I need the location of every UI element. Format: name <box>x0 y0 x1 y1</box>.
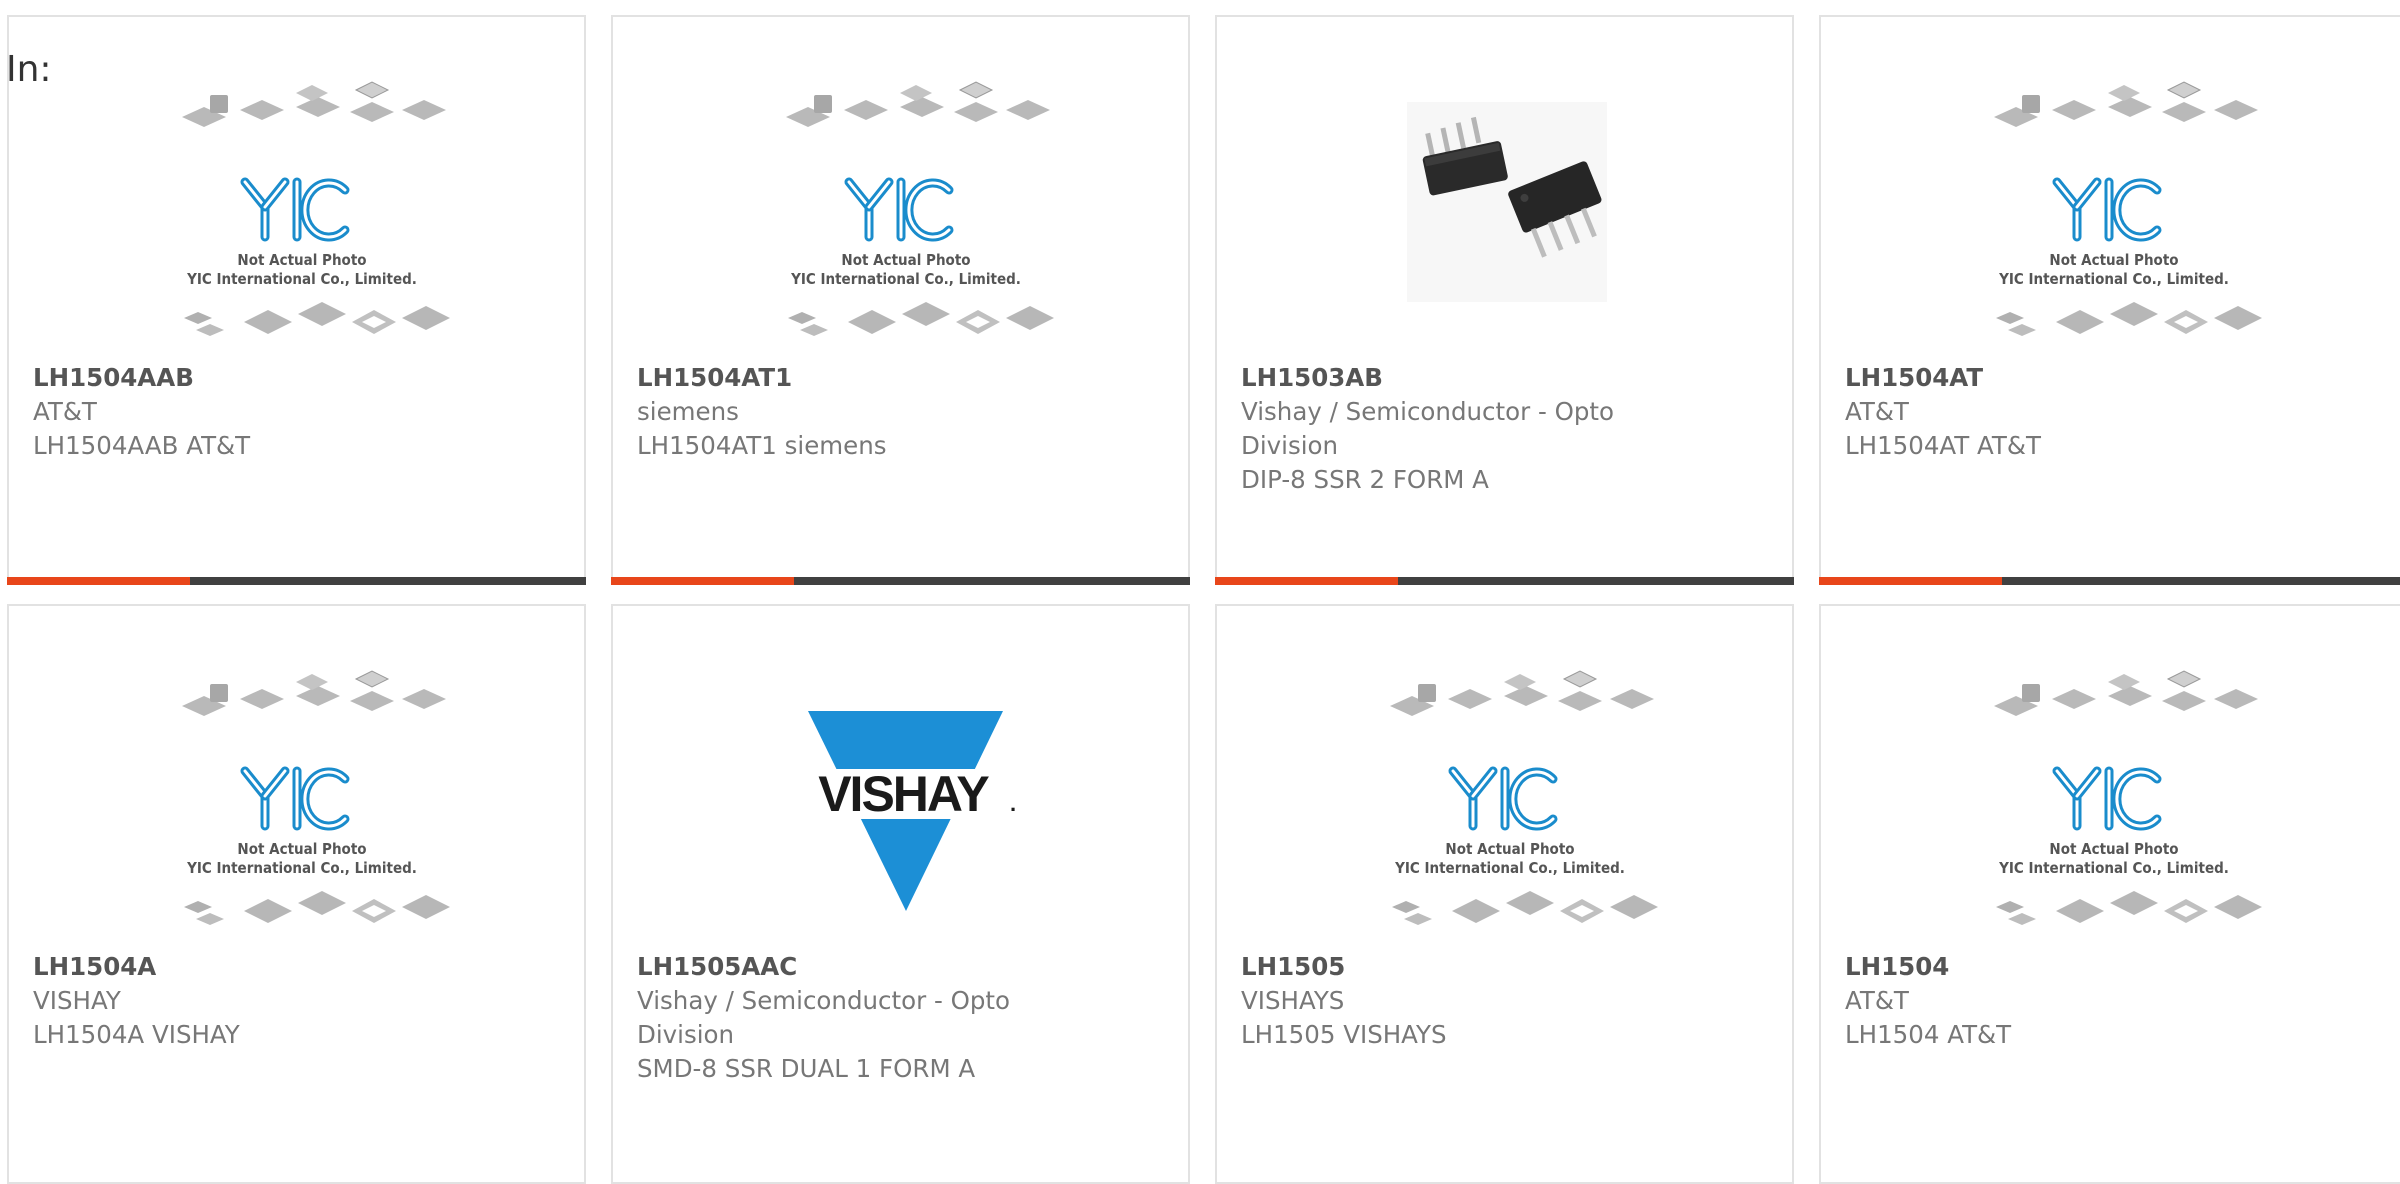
product-image[interactable]: VISHAY . <box>613 661 1188 951</box>
placeholder-photo-icon: Not Actual PhotoYIC International Co., L… <box>1994 670 2262 925</box>
part-number-link[interactable]: LH1504AAB <box>33 361 434 395</box>
product-card[interactable]: Not Actual Photo YIC International Co., L… <box>1215 604 1794 1184</box>
product-card[interactable]: LH1503AB Vishay / Semiconductor - Opto D… <box>1215 15 1794 585</box>
filter-in-label: In: <box>6 49 52 90</box>
product-card[interactable]: Not Actual Photo YIC International Co., L… <box>1819 604 2400 1184</box>
product-card[interactable]: Not Actual Photo YIC International Co., L… <box>1819 15 2400 585</box>
svg-text:YIC International Co., Limited: YIC International Co., Limited. <box>1394 859 1625 877</box>
product-image[interactable]: Not Actual Photo YIC International Co., L… <box>1821 72 2400 362</box>
svg-text:.: . <box>1010 791 1016 816</box>
product-image[interactable]: Not Actual Photo YIC International Co., L… <box>9 661 584 951</box>
product-grid: Not Actual Photo YIC International Co., L… <box>0 0 2400 1184</box>
placeholder-photo-icon: Not Actual PhotoYIC International Co., L… <box>1994 81 2262 336</box>
manufacturer-name: VISHAY <box>33 986 121 1015</box>
card-accent-bar <box>611 577 794 585</box>
product-image[interactable]: Not Actual Photo YIC International Co., L… <box>9 72 584 362</box>
manufacturer-name: AT&T <box>1845 397 1909 426</box>
svg-text:YIC International Co., Limited: YIC International Co., Limited. <box>186 270 417 288</box>
product-description: LH1505 VISHAYS <box>1241 1020 1447 1049</box>
card-accent-bar <box>1819 577 2002 585</box>
svg-text:YIC International Co., Limited: YIC International Co., Limited. <box>1998 270 2229 288</box>
svg-text:Not Actual Photo: Not Actual Photo <box>1445 840 1574 858</box>
product-description: LH1504AT AT&T <box>1845 431 2041 460</box>
placeholder-photo-icon: Not Actual PhotoYIC International Co., L… <box>1390 670 1658 925</box>
yic-logo-icon <box>1448 766 1558 831</box>
product-card[interactable]: Not Actual Photo YIC International Co., L… <box>7 15 586 585</box>
svg-text:Not Actual Photo: Not Actual Photo <box>237 840 366 858</box>
svg-text:Not Actual Photo: Not Actual Photo <box>237 251 366 269</box>
svg-text:Not Actual Photo: Not Actual Photo <box>2049 840 2178 858</box>
yic-logo-icon <box>240 766 350 831</box>
svg-text:YIC International Co., Limited: YIC International Co., Limited. <box>186 859 417 877</box>
vishay-logo-text: VISHAY <box>818 766 989 822</box>
card-accent-bar <box>7 577 190 585</box>
manufacturer-name: VISHAYS <box>1241 986 1345 1015</box>
placeholder-photo-icon: Not Actual PhotoYIC International Co., L… <box>182 670 450 925</box>
product-card[interactable]: Not Actual Photo YIC International Co., L… <box>7 604 586 1184</box>
part-number-link[interactable]: LH1504AT1 <box>637 361 1038 395</box>
product-image[interactable]: Not Actual Photo YIC International Co., L… <box>1217 661 1792 951</box>
yic-logo-icon <box>2052 766 2162 831</box>
manufacturer-name: AT&T <box>1845 986 1909 1015</box>
part-number-link[interactable]: LH1505AAC <box>637 950 1038 984</box>
product-description: LH1504 AT&T <box>1845 1020 2012 1049</box>
part-number-link[interactable]: LH1504A <box>33 950 434 984</box>
part-number-link[interactable]: LH1505 <box>1241 950 1642 984</box>
yic-logo-icon <box>240 177 350 242</box>
yic-logo-icon <box>844 177 954 242</box>
product-description: LH1504AAB AT&T <box>33 431 251 460</box>
vishay-logo-icon: VISHAY . <box>793 711 1018 911</box>
card-bottom-bar <box>1215 577 1794 585</box>
product-card[interactable]: VISHAY . LH1505AAC Vishay / Semiconducto… <box>611 604 1190 1184</box>
svg-text:Not Actual Photo: Not Actual Photo <box>841 251 970 269</box>
svg-text:YIC International Co., Limited: YIC International Co., Limited. <box>790 270 1021 288</box>
manufacturer-name: Vishay / Semiconductor - Opto Division <box>637 986 1011 1049</box>
part-number-link[interactable]: LH1504AT <box>1845 361 2250 395</box>
card-bottom-bar <box>1819 577 2400 585</box>
product-image[interactable] <box>1217 72 1792 362</box>
product-image[interactable]: Not Actual Photo YIC International Co., L… <box>613 72 1188 362</box>
placeholder-photo-icon: Not Actual PhotoYIC International Co., L… <box>182 81 450 336</box>
svg-text:Not Actual Photo: Not Actual Photo <box>2049 251 2178 269</box>
svg-text:YIC International Co., Limited: YIC International Co., Limited. <box>1998 859 2229 877</box>
product-image[interactable]: Not Actual Photo YIC International Co., L… <box>1821 661 2400 951</box>
card-accent-bar <box>1215 577 1398 585</box>
manufacturer-name: siemens <box>637 397 739 426</box>
yic-logo-icon <box>2052 177 2162 242</box>
product-description: LH1504A VISHAY <box>33 1020 240 1049</box>
product-card[interactable]: Not Actual Photo YIC International Co., L… <box>611 15 1190 585</box>
card-bottom-bar <box>611 577 1190 585</box>
part-number-link[interactable]: LH1503AB <box>1241 361 1642 395</box>
placeholder-photo-icon: Not Actual PhotoYIC International Co., L… <box>786 81 1054 336</box>
manufacturer-name: Vishay / Semiconductor - Opto Division <box>1241 397 1615 460</box>
product-description: LH1504AT1 siemens <box>637 431 887 460</box>
product-description: DIP-8 SSR 2 FORM A <box>1241 465 1489 494</box>
manufacturer-name: AT&T <box>33 397 97 426</box>
card-bottom-bar <box>7 577 586 585</box>
product-description: SMD-8 SSR DUAL 1 FORM A <box>637 1054 976 1083</box>
dip8-chip-photo <box>1407 102 1607 302</box>
part-number-link[interactable]: LH1504 <box>1845 950 2250 984</box>
